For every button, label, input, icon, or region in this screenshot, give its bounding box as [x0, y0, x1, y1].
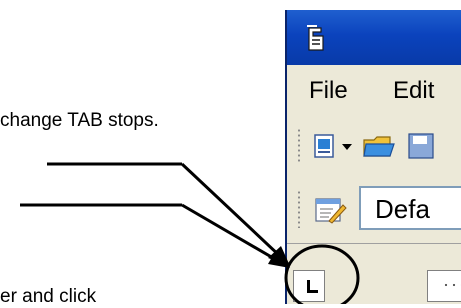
- annotation-overlay: [20, 162, 360, 304]
- highlight-circle: [284, 244, 360, 304]
- pointer-arrow-lower-diagonal: [181, 203, 281, 264]
- pointer-arrow-upper-diagonal: [180, 162, 284, 260]
